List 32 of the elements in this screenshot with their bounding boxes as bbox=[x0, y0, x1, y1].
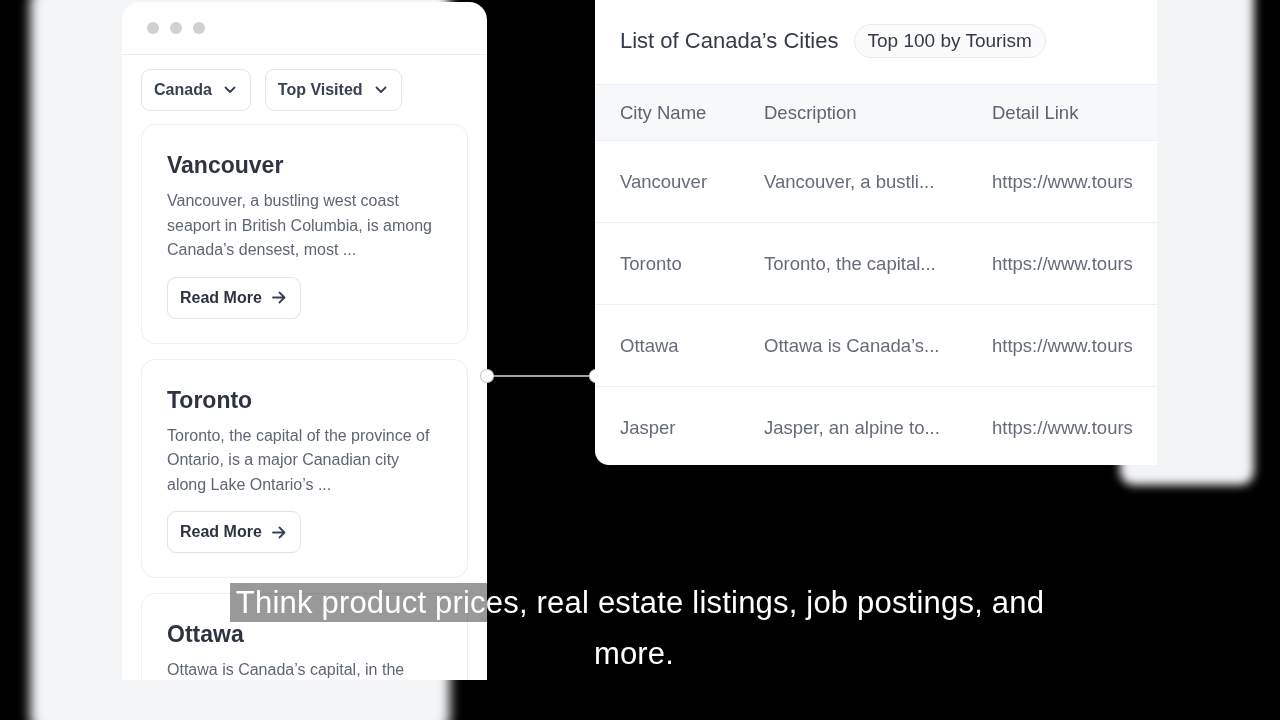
table-cell-text: Jasper, an alpine to... bbox=[764, 416, 941, 439]
table-cell-text: Toronto bbox=[620, 252, 683, 275]
city-description: Vancouver, a bustling west coast seaport in British Columbia, is among Canada’s densest, most ... bbox=[167, 191, 433, 260]
city-description: Ottawa is Canada’s capital, in the bbox=[167, 660, 406, 680]
table-cell-text: Ottawa bbox=[620, 334, 680, 357]
read-more-button[interactable]: Read More bbox=[167, 276, 301, 319]
tag: Top 100 by Tourism bbox=[853, 24, 1046, 58]
arrow-right-icon bbox=[271, 525, 286, 539]
arrow-right-icon bbox=[271, 291, 286, 304]
city-title: Toronto bbox=[167, 386, 254, 414]
column-header: City Name bbox=[620, 101, 708, 124]
table-cell: https://www.tours bbox=[992, 334, 1133, 357]
column-header: Detail Link bbox=[992, 101, 1079, 124]
chevron-down-icon bbox=[223, 86, 236, 94]
column-header: Description bbox=[764, 101, 858, 124]
city-title: Vancouver bbox=[167, 152, 285, 179]
table-cell-text: Vancouver, a bustli... bbox=[764, 170, 936, 193]
table-cell-text: Jasper bbox=[620, 416, 677, 439]
filter-dropdown[interactable]: Canada bbox=[141, 69, 251, 111]
read-more-button[interactable]: Read More bbox=[167, 511, 301, 553]
window-dots-icon bbox=[146, 21, 206, 35]
table-cell-text: Toronto, the capital... bbox=[764, 252, 937, 275]
chevron-down-icon bbox=[374, 86, 387, 94]
table-cell-text: Vancouver bbox=[620, 170, 709, 193]
table-cell: https://www.tours bbox=[992, 416, 1133, 439]
table-cell-text: Ottawa is Canada’s... bbox=[764, 334, 941, 357]
table-cell: https://www.tours bbox=[992, 170, 1133, 193]
filter-dropdown[interactable]: Top Visited bbox=[264, 69, 402, 111]
city-title: Ottawa bbox=[167, 621, 245, 648]
city-description: Toronto, the capital of the province of Ontario, is a major Canadian city along Lake Ontario’s ... bbox=[167, 425, 431, 495]
table-title: List of Canada’s Cities bbox=[620, 28, 839, 54]
table-cell: https://www.tours bbox=[992, 252, 1133, 275]
